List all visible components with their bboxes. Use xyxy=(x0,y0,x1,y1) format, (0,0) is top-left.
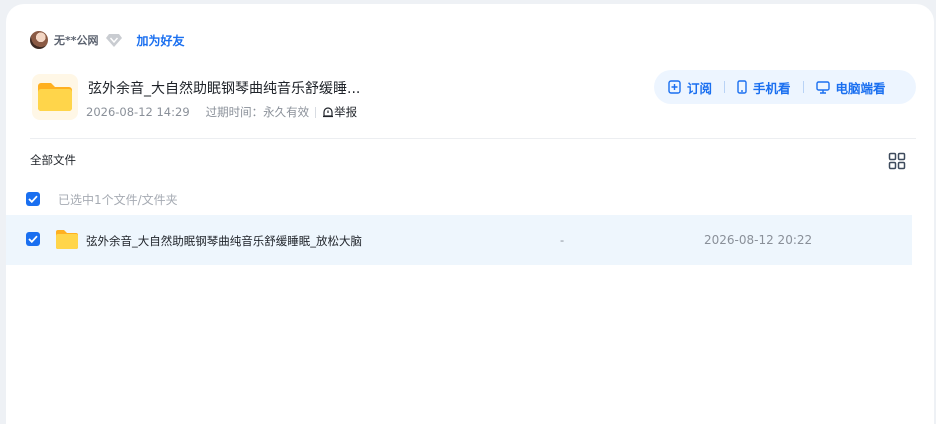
add-friend-link[interactable]: 加为好友 xyxy=(137,32,185,49)
report-icon xyxy=(323,107,334,118)
phone-icon xyxy=(737,80,747,94)
expire-label: 过期时间： xyxy=(205,105,264,119)
view-actions: 订阅 手机看 电脑端看 xyxy=(654,70,916,104)
breadcrumb[interactable]: 全部文件 xyxy=(30,152,76,168)
subscribe-icon xyxy=(668,80,681,94)
monitor-icon xyxy=(815,80,830,94)
owner-row: 无**公网 加为好友 xyxy=(30,30,185,50)
file-name[interactable]: 弦外余音_大自然助眠钢琴曲纯音乐舒缓睡眠_放松大脑 xyxy=(86,233,362,249)
check-icon xyxy=(28,235,38,243)
row-checkbox[interactable] xyxy=(26,232,40,246)
desktop-view-button[interactable]: 电脑端看 xyxy=(815,78,886,97)
grid-view-icon[interactable] xyxy=(888,152,906,170)
table-row[interactable]: 弦外余音_大自然助眠钢琴曲纯音乐舒缓睡眠_放松大脑 - 2026-08-12 2… xyxy=(6,215,912,265)
desktop-view-label: 电脑端看 xyxy=(835,80,886,96)
check-icon xyxy=(28,195,38,203)
header-divider xyxy=(30,138,916,139)
avatar[interactable] xyxy=(30,31,48,49)
action-divider xyxy=(724,81,726,93)
report-button[interactable]: 举报 xyxy=(322,104,357,120)
phone-view-button[interactable]: 手机看 xyxy=(737,78,791,97)
selection-status: 已选中1个文件/文件夹 xyxy=(58,193,178,207)
file-size: - xyxy=(560,233,565,247)
folder-icon xyxy=(55,228,79,252)
select-all-checkbox[interactable] xyxy=(26,192,40,206)
report-label: 举报 xyxy=(334,105,358,119)
phone-view-label: 手机看 xyxy=(753,80,791,96)
file-modified: 2026-08-12 20:22 xyxy=(704,233,813,247)
meta-divider xyxy=(315,106,317,118)
share-card: 无**公网 加为好友 弦外余音_大自然助眠钢琴曲纯音乐舒缓睡... 2026-0… xyxy=(6,4,934,424)
subscribe-label: 订阅 xyxy=(687,80,713,96)
share-title: 弦外余音_大自然助眠钢琴曲纯音乐舒缓睡... xyxy=(88,81,361,97)
expire-value: 永久有效 xyxy=(263,105,310,119)
share-meta: 2026-08-12 14:29 过期时间： 永久有效 举报 xyxy=(86,104,357,120)
diamond-icon xyxy=(105,31,123,49)
subscribe-button[interactable]: 订阅 xyxy=(668,78,712,97)
folder-icon xyxy=(32,74,78,120)
owner-name[interactable]: 无**公网 xyxy=(54,32,99,48)
action-divider xyxy=(802,81,804,93)
created-time: 2026-08-12 14:29 xyxy=(86,105,190,119)
